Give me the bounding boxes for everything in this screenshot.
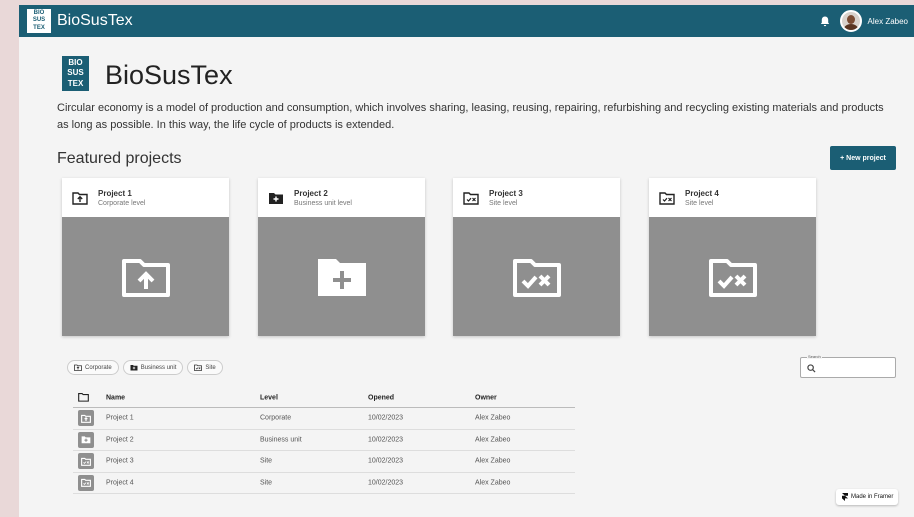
project-card-1[interactable]: Project 1 Corporate level xyxy=(62,178,229,336)
folder-check-cross-icon xyxy=(78,453,94,470)
card-name: Project 4 xyxy=(685,188,719,198)
top-bar: BIO SUS TEX BioSusTex Alex Zabeo xyxy=(19,5,914,37)
card-level: Site level xyxy=(685,199,714,207)
row-opened: 10/02/2023 xyxy=(368,414,404,422)
folder-check-cross-icon xyxy=(659,191,675,205)
chip-site[interactable]: Site xyxy=(187,360,223,375)
card-level: Site level xyxy=(489,199,518,207)
project-card-4[interactable]: Project 4 Site level xyxy=(649,178,816,336)
folder-check-cross-icon xyxy=(512,258,561,297)
row-level: Site xyxy=(260,457,273,465)
row-owner: Alex Zabeo xyxy=(475,457,511,465)
folder-add-icon xyxy=(78,431,94,448)
folder-check-cross-icon xyxy=(194,364,203,371)
projects-table: Name Level Opened Owner Project 1 Corpor… xyxy=(73,388,575,494)
row-owner: Alex Zabeo xyxy=(475,414,511,422)
row-level: Business unit xyxy=(260,436,302,444)
folder-upload-icon xyxy=(78,410,94,427)
app-logo[interactable]: BIO SUS TEX xyxy=(27,9,51,33)
row-owner: Alex Zabeo xyxy=(475,436,511,444)
project-card-3[interactable]: Project 3 Site level xyxy=(453,178,620,336)
hero-logo: BIO SUS TEX xyxy=(62,56,89,91)
folder-upload-icon xyxy=(72,191,88,205)
card-level: Business unit level xyxy=(294,199,352,207)
folder-upload-icon xyxy=(121,258,170,297)
row-name: Project 4 xyxy=(106,479,134,487)
app-title[interactable]: BioSusTex xyxy=(57,12,133,30)
user-area: Alex Zabeo xyxy=(820,5,908,37)
card-media xyxy=(62,217,229,336)
card-media xyxy=(258,217,425,336)
row-opened: 10/02/2023 xyxy=(368,479,404,487)
folder-icon xyxy=(78,392,89,404)
row-opened: 10/02/2023 xyxy=(368,436,404,444)
made-in-framer-badge[interactable]: Made in Framer xyxy=(836,489,898,505)
card-name: Project 3 xyxy=(489,188,523,198)
header-owner[interactable]: Owner xyxy=(475,394,497,401)
folder-add-icon xyxy=(268,191,284,205)
search-label: Search xyxy=(807,354,822,359)
row-opened: 10/02/2023 xyxy=(368,457,404,465)
search-icon xyxy=(807,364,816,373)
table-row[interactable]: Project 3 Site 10/02/2023 Alex Zabeo xyxy=(73,451,575,473)
card-media xyxy=(649,217,816,336)
new-project-button[interactable]: + New project xyxy=(830,146,896,170)
card-name: Project 1 xyxy=(98,188,132,198)
filter-chips: Corporate Business unit Site xyxy=(67,360,223,375)
search-input[interactable]: Search xyxy=(800,354,896,378)
header-opened[interactable]: Opened xyxy=(368,394,394,401)
row-level: Corporate xyxy=(260,414,292,422)
folder-add-icon xyxy=(317,258,366,296)
header-name[interactable]: Name xyxy=(106,394,125,401)
avatar[interactable] xyxy=(839,10,862,32)
project-card-2[interactable]: Project 2 Business unit level xyxy=(258,178,425,336)
page-title: BioSusTex xyxy=(105,60,233,90)
folder-add-icon xyxy=(130,365,138,371)
row-owner: Alex Zabeo xyxy=(475,479,511,487)
folder-upload-icon xyxy=(74,364,82,371)
card-name: Project 2 xyxy=(294,188,328,198)
table-row[interactable]: Project 4 Site 10/02/2023 Alex Zabeo xyxy=(73,473,575,494)
folder-check-cross-icon xyxy=(78,474,94,491)
table-row[interactable]: Project 2 Business unit 10/02/2023 Alex … xyxy=(73,430,575,451)
row-name: Project 1 xyxy=(106,414,134,422)
user-name[interactable]: Alex Zabeo xyxy=(868,17,908,26)
card-level: Corporate level xyxy=(98,199,146,207)
folder-check-cross-icon xyxy=(463,191,479,205)
table-row[interactable]: Project 1 Corporate 10/02/2023 Alex Zabe… xyxy=(73,408,575,430)
row-name: Project 3 xyxy=(106,457,134,465)
card-media xyxy=(453,217,620,336)
folder-check-cross-icon xyxy=(708,258,757,297)
chip-corporate[interactable]: Corporate xyxy=(67,360,119,375)
featured-title: Featured projects xyxy=(57,150,182,167)
chip-business-unit[interactable]: Business unit xyxy=(122,360,184,375)
app-window: BIO SUS TEX BioSusTex Alex Zabeo BIO SUS… xyxy=(19,5,914,517)
table-header: Name Level Opened Owner xyxy=(73,388,575,408)
row-level: Site xyxy=(260,479,273,487)
header-level[interactable]: Level xyxy=(260,394,278,401)
framer-logo-icon xyxy=(842,493,848,501)
intro-text: Circular economy is a model of productio… xyxy=(57,102,884,131)
bell-icon[interactable] xyxy=(820,16,830,27)
row-name: Project 2 xyxy=(106,436,134,444)
